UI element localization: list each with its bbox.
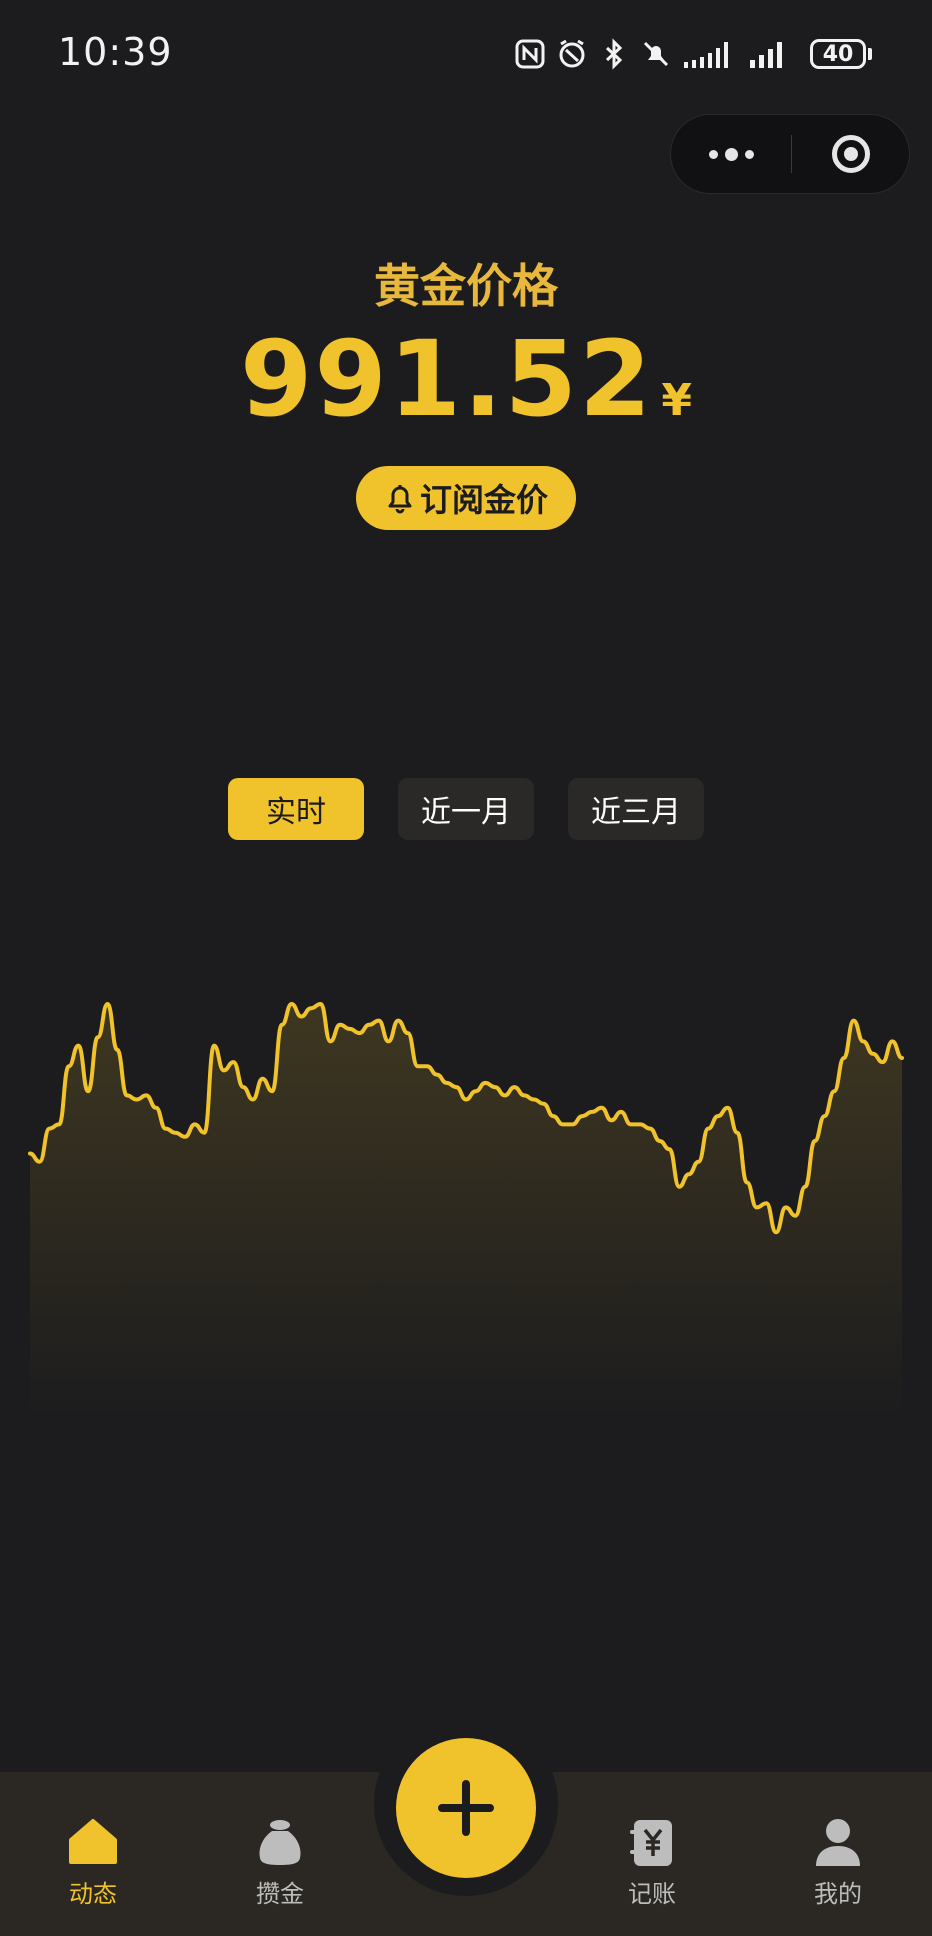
- signal-icon: [750, 42, 782, 68]
- tab-three-months[interactable]: 近三月: [568, 778, 704, 840]
- bell-icon: [388, 485, 412, 514]
- subscribe-button[interactable]: 订阅金价: [356, 466, 576, 530]
- status-time: 10:39: [58, 30, 173, 74]
- price-currency: ¥: [661, 375, 692, 426]
- screen: 10:39 40 黄金价格 991.52 ¥ 订阅金价 实时 近一月 近三月 动…: [0, 0, 932, 1936]
- plus-icon: [438, 1780, 494, 1836]
- mute-icon: [643, 41, 669, 67]
- capsule-menu: [670, 114, 910, 194]
- tab-realtime[interactable]: 实时: [228, 778, 364, 840]
- bluetooth-icon: [605, 38, 623, 70]
- signal-icon: [684, 42, 728, 68]
- alarm-icon: [559, 39, 585, 68]
- status-bar: 10:39 40: [0, 0, 932, 108]
- price-chart: [28, 1002, 904, 1420]
- nav-label: 动态: [69, 1880, 117, 1908]
- nfc-icon: [515, 39, 545, 69]
- nav-item-feed[interactable]: 动态: [23, 1816, 163, 1909]
- ledger-icon: [630, 1820, 672, 1866]
- add-button[interactable]: [396, 1738, 536, 1878]
- nav-label: 我的: [814, 1880, 862, 1908]
- user-icon: [816, 1819, 860, 1866]
- nav-item-bookkeeping[interactable]: 记账: [582, 1816, 722, 1909]
- nav-label: 攒金: [256, 1880, 304, 1908]
- battery-icon: 40: [810, 39, 872, 69]
- nav-item-save-gold[interactable]: 攒金: [210, 1816, 350, 1909]
- status-icons: 40: [514, 34, 872, 74]
- price-value: 991.52: [240, 318, 654, 440]
- nav-item-profile[interactable]: 我的: [768, 1816, 908, 1909]
- more-dots-icon[interactable]: [671, 115, 791, 193]
- home-icon: [69, 1819, 117, 1864]
- page-title: 黄金价格: [374, 259, 558, 313]
- gold-price: 991.52 ¥: [0, 318, 932, 440]
- battery-level: 40: [810, 39, 866, 69]
- subscribe-label: 订阅金价: [419, 481, 548, 519]
- tab-one-month[interactable]: 近一月: [398, 778, 534, 840]
- money-bag-icon: [259, 1820, 301, 1865]
- target-circle-icon[interactable]: [792, 115, 910, 193]
- nav-label: 记账: [628, 1880, 676, 1908]
